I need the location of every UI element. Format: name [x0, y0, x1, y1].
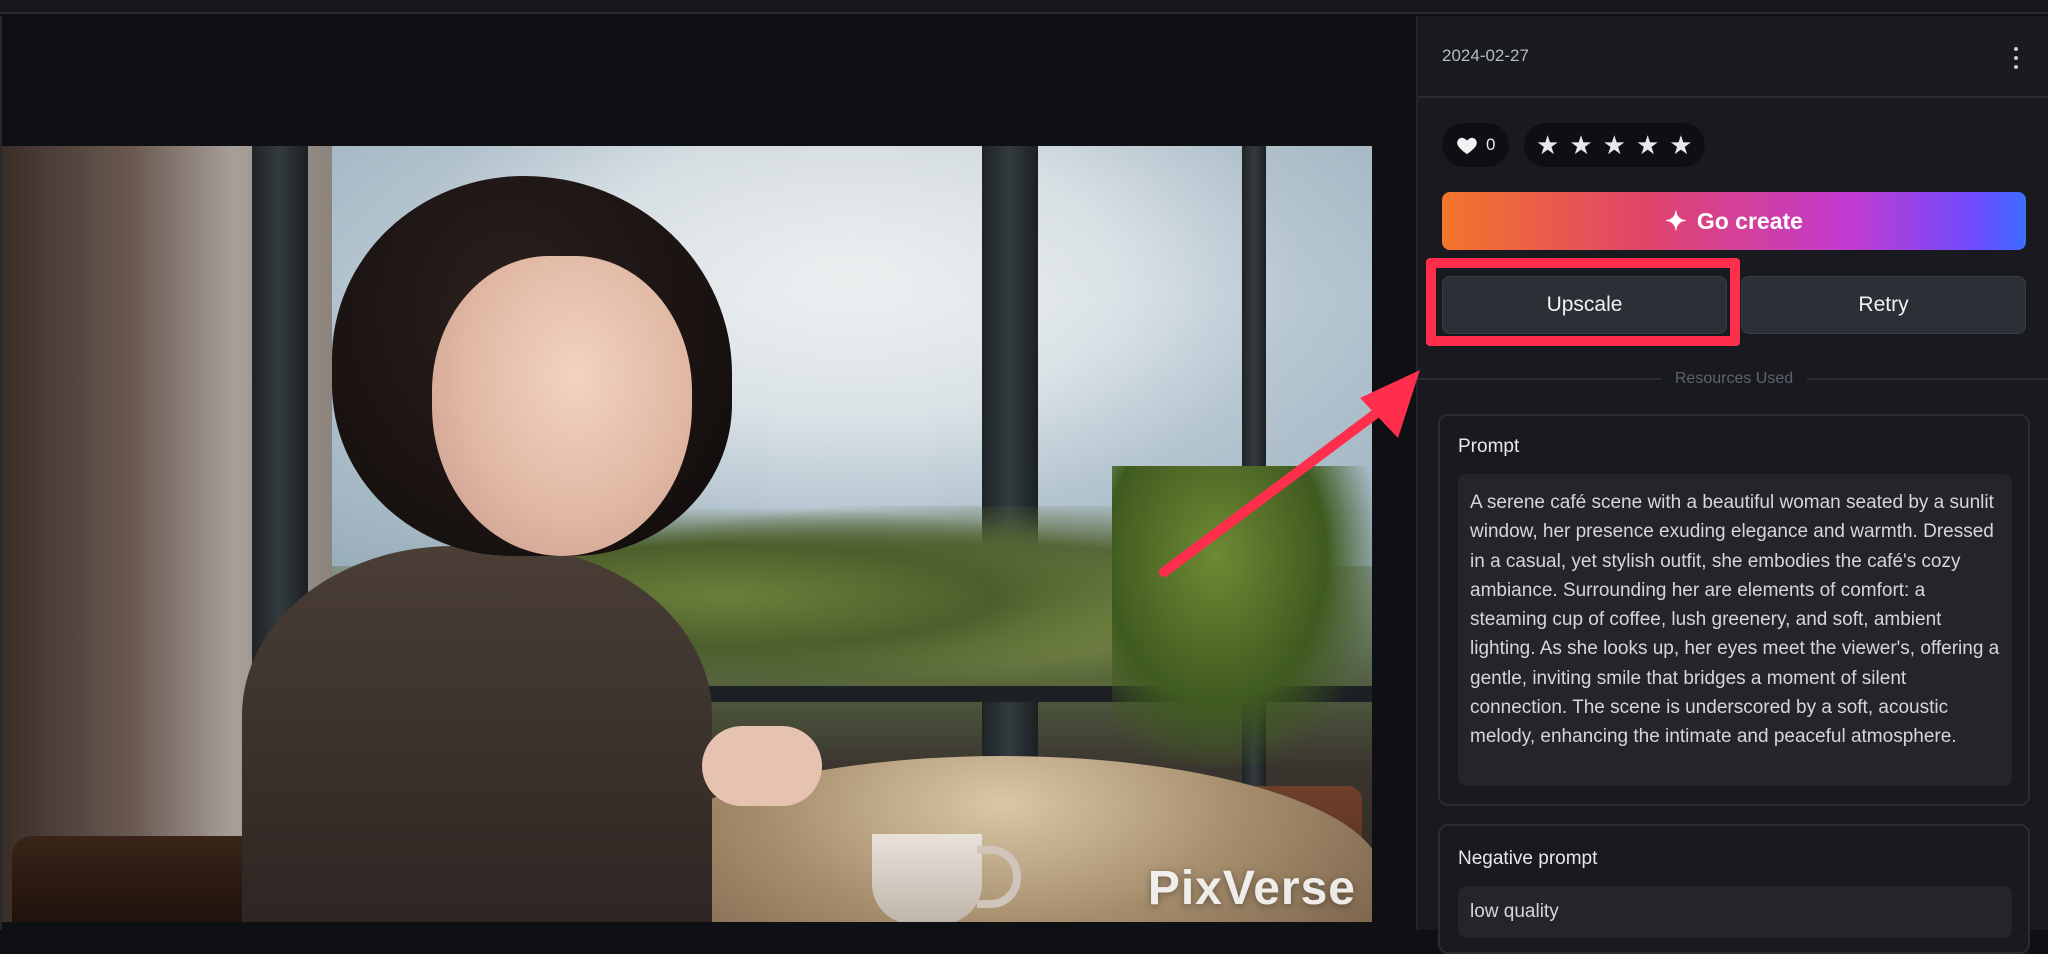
creation-date: 2024-02-27	[1442, 46, 1529, 65]
chair	[12, 836, 272, 922]
woman-figure	[242, 166, 822, 922]
go-create-button[interactable]: ✦ Go create	[1442, 192, 2026, 250]
upscale-label: Upscale	[1546, 293, 1623, 316]
sparkle-icon: ✦	[1665, 206, 1687, 236]
negative-prompt-title: Negative prompt	[1458, 848, 1598, 869]
star-icon[interactable]: ★	[1536, 132, 1559, 158]
action-buttons: Upscale Retry	[1442, 276, 2026, 334]
coffee-cup	[872, 834, 982, 922]
resources-divider: Resources Used	[1418, 364, 2048, 394]
star-icon[interactable]: ★	[1669, 132, 1692, 158]
like-count: 0	[1486, 135, 1496, 154]
prompt-card: Prompt A serene café scene with a beauti…	[1438, 414, 2030, 806]
top-divider	[0, 0, 2048, 14]
retry-label: Retry	[1858, 293, 1909, 316]
panel-header: 2024-02-27	[1418, 16, 2048, 98]
star-icon[interactable]: ★	[1636, 132, 1659, 158]
prompt-text: A serene café scene with a beautiful wom…	[1458, 474, 2012, 786]
negative-prompt-text: low quality	[1458, 886, 2012, 938]
more-options-icon[interactable]	[2004, 40, 2028, 76]
details-panel: 2024-02-27 0 ★ ★ ★ ★ ★ ✦ Go create Upsca…	[1416, 16, 2048, 954]
star-rating[interactable]: ★ ★ ★ ★ ★	[1524, 123, 1705, 167]
plant	[1112, 466, 1372, 766]
negative-prompt-card: Negative prompt low quality	[1438, 824, 2030, 954]
prompt-title: Prompt	[1458, 436, 1520, 457]
image-pane: PixVerse	[0, 16, 1416, 930]
upscale-button[interactable]: Upscale	[1442, 276, 1727, 334]
heart-icon	[1457, 137, 1477, 155]
pixverse-watermark: PixVerse	[1147, 862, 1356, 915]
generated-image[interactable]: PixVerse	[2, 146, 1372, 922]
star-icon[interactable]: ★	[1603, 132, 1626, 158]
resources-label: Resources Used	[1674, 370, 1794, 387]
star-icon[interactable]: ★	[1569, 132, 1592, 158]
go-create-label: Go create	[1696, 207, 1803, 234]
retry-button[interactable]: Retry	[1741, 276, 2026, 334]
like-button[interactable]: 0	[1442, 123, 1510, 167]
